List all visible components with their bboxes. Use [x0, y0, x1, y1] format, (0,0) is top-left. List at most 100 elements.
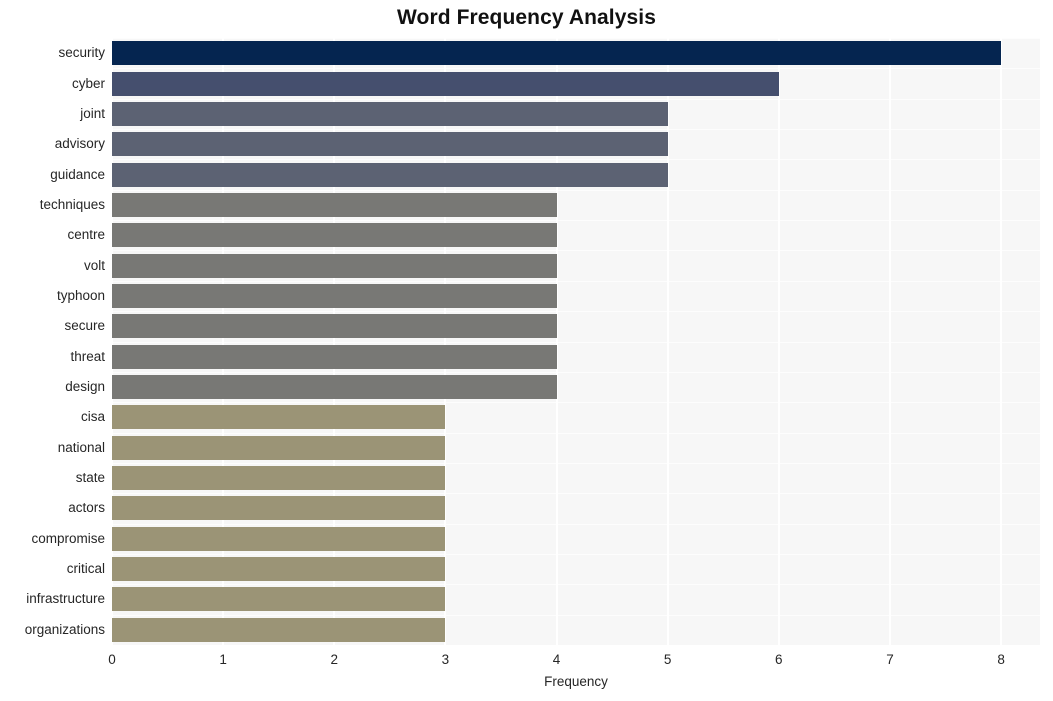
y-tick-label-guidance: guidance	[50, 166, 105, 182]
bar-techniques	[112, 192, 557, 217]
word-frequency-chart: Word Frequency Analysis security cyber joi…	[0, 0, 1053, 701]
gridline-horizontal	[112, 68, 1040, 70]
y-tick-label-security: security	[58, 45, 105, 61]
bar-row	[112, 496, 1040, 521]
x-tick-label-8: 8	[997, 652, 1005, 667]
gridline-horizontal	[112, 38, 1040, 39]
bar-compromise	[112, 526, 446, 551]
bar-row	[112, 557, 1040, 582]
x-tick-label-3: 3	[441, 652, 450, 667]
gridline-horizontal	[112, 402, 1040, 404]
bar-cyber	[112, 71, 779, 96]
bar-row	[112, 101, 1040, 126]
bar-joint	[112, 101, 668, 126]
bar-state	[112, 466, 446, 491]
gridline-vertical	[555, 38, 558, 645]
x-axis-title: Frequency	[544, 674, 608, 689]
y-tick-label-organizations: organizations	[24, 621, 105, 637]
bar-centre	[112, 223, 557, 248]
x-tick-label-2: 2	[330, 652, 339, 667]
y-tick-label-advisory: advisory	[54, 136, 105, 152]
gridline-vertical	[112, 38, 113, 645]
chart-title: Word Frequency Analysis	[396, 6, 657, 29]
gridline-horizontal	[112, 159, 1040, 161]
bar-row	[112, 41, 1040, 66]
bar-row	[112, 375, 1040, 400]
gridline-horizontal	[112, 462, 1040, 464]
bar-row	[112, 192, 1040, 217]
gridline-vertical	[333, 38, 336, 645]
gridline-vertical	[888, 38, 891, 645]
bar-row	[112, 344, 1040, 369]
bar-cisa	[112, 405, 446, 430]
bar-row	[112, 587, 1040, 612]
gridline-horizontal	[112, 493, 1040, 495]
bar-critical	[112, 557, 446, 582]
y-tick-label-secure: secure	[64, 318, 105, 334]
gridline-horizontal	[112, 98, 1040, 100]
gridline-horizontal	[112, 341, 1040, 343]
y-tick-label-typhoon: typhoon	[56, 287, 105, 303]
gridline-vertical	[666, 38, 669, 645]
bar-row	[112, 223, 1040, 248]
bar-national	[112, 435, 446, 460]
bar-row	[112, 162, 1040, 187]
y-tick-label-infrastructure: infrastructure	[26, 591, 105, 607]
bar-row	[112, 405, 1040, 430]
gridline-vertical	[1000, 38, 1003, 645]
gridline-horizontal	[112, 584, 1040, 586]
bar-row	[112, 466, 1040, 491]
y-axis-tick-labels: security cyber joint advisory guidance techni…	[0, 38, 105, 645]
gridline-horizontal	[112, 129, 1040, 131]
bar-design	[112, 375, 557, 400]
y-tick-label-state: state	[75, 470, 105, 486]
bar-volt	[112, 253, 557, 278]
bar-secure	[112, 314, 557, 339]
bar-row	[112, 283, 1040, 308]
bar-row	[112, 71, 1040, 96]
bar-actors	[112, 496, 446, 521]
x-tick-label-5: 5	[663, 652, 672, 667]
y-tick-label-centre: centre	[67, 227, 105, 243]
y-tick-label-techniques: techniques	[39, 196, 105, 212]
x-tick-label-6: 6	[775, 652, 783, 667]
gridline-horizontal	[112, 371, 1040, 373]
y-tick-label-cisa: cisa	[80, 409, 105, 425]
bar-row	[112, 526, 1040, 551]
x-tick-label-4: 4	[552, 652, 561, 667]
bar-organizations	[112, 617, 446, 642]
y-tick-label-compromise: compromise	[31, 530, 105, 546]
y-tick-label-cyber: cyber	[71, 75, 105, 91]
y-tick-label-national: national	[57, 439, 105, 455]
bar-guidance	[112, 162, 668, 187]
x-tick-label-1: 1	[219, 652, 227, 667]
gridline-horizontal	[112, 553, 1040, 555]
x-axis-tick-labels: 0 1 2 3 4 5 6 7 8	[0, 650, 1053, 672]
gridline-horizontal	[112, 250, 1040, 252]
gridline-horizontal	[112, 220, 1040, 222]
bar-row	[112, 435, 1040, 460]
bar-typhoon	[112, 283, 557, 308]
bar-row	[112, 314, 1040, 339]
y-tick-label-joint: joint	[80, 105, 105, 121]
gridline-vertical	[222, 38, 225, 645]
y-tick-label-design: design	[65, 379, 105, 395]
bar-infrastructure	[112, 587, 446, 612]
bar-row	[112, 253, 1040, 278]
gridline-vertical	[444, 38, 447, 645]
gridline-horizontal	[112, 189, 1040, 191]
y-tick-label-actors: actors	[68, 500, 105, 516]
y-tick-label-critical: critical	[66, 561, 105, 577]
x-tick-label-7: 7	[886, 652, 894, 667]
gridline-horizontal	[112, 432, 1040, 434]
gridline-horizontal	[112, 614, 1040, 616]
bar-threat	[112, 344, 557, 369]
bar-row	[112, 617, 1040, 642]
gridline-horizontal	[112, 523, 1040, 525]
bar-advisory	[112, 132, 668, 157]
gridline-horizontal	[112, 280, 1040, 282]
bar-security	[112, 41, 1002, 66]
gridline-horizontal	[112, 311, 1040, 313]
y-tick-label-threat: threat	[70, 348, 105, 364]
plot-area	[112, 38, 1040, 645]
